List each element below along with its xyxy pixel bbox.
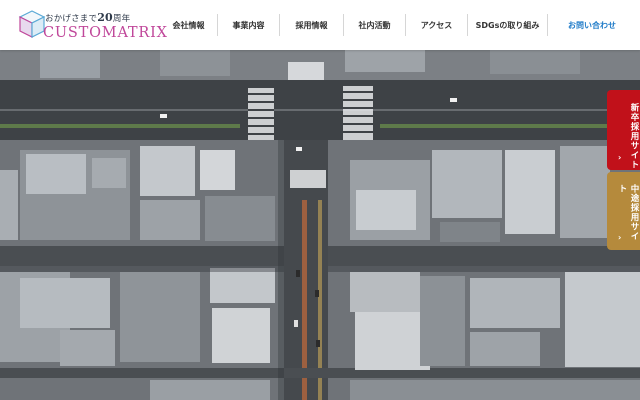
hero-aerial-photo [0,50,640,400]
mid-career-recruit-tab[interactable]: 中途採用サイト › [607,172,640,250]
nav-business[interactable]: 事業内容 [218,14,280,36]
new-grad-recruit-tab[interactable]: 新卒採用サイト › [607,90,640,170]
chevron-right-icon: › [618,233,623,242]
nav-company-info[interactable]: 会社情報 [160,14,218,36]
nav-sdgs[interactable]: SDGsの取り組み [468,14,548,36]
chevron-right-icon: › [618,153,623,162]
new-grad-recruit-label: 新卒採用サイト [629,102,639,170]
site-header: おかげさまで20周年 CUSTOMATRIX 会社情報 事業内容 採用情報 社内… [0,0,640,50]
nav-access[interactable]: アクセス [406,14,468,36]
logo-wordmark: CUSTOMATRIX [43,25,168,41]
site-logo[interactable]: おかげさまで20周年 CUSTOMATRIX [18,8,167,44]
aerial-city-image [0,50,640,400]
nav-activities[interactable]: 社内活動 [344,14,406,36]
main-nav: 会社情報 事業内容 採用情報 社内活動 アクセス SDGsの取り組み お問い合わ… [160,0,636,50]
nav-contact[interactable]: お問い合わせ [548,14,636,36]
anniversary-tagline: おかげさまで20周年 [45,11,131,24]
nav-recruit[interactable]: 採用情報 [280,14,344,36]
cube-logo-icon [18,10,46,38]
